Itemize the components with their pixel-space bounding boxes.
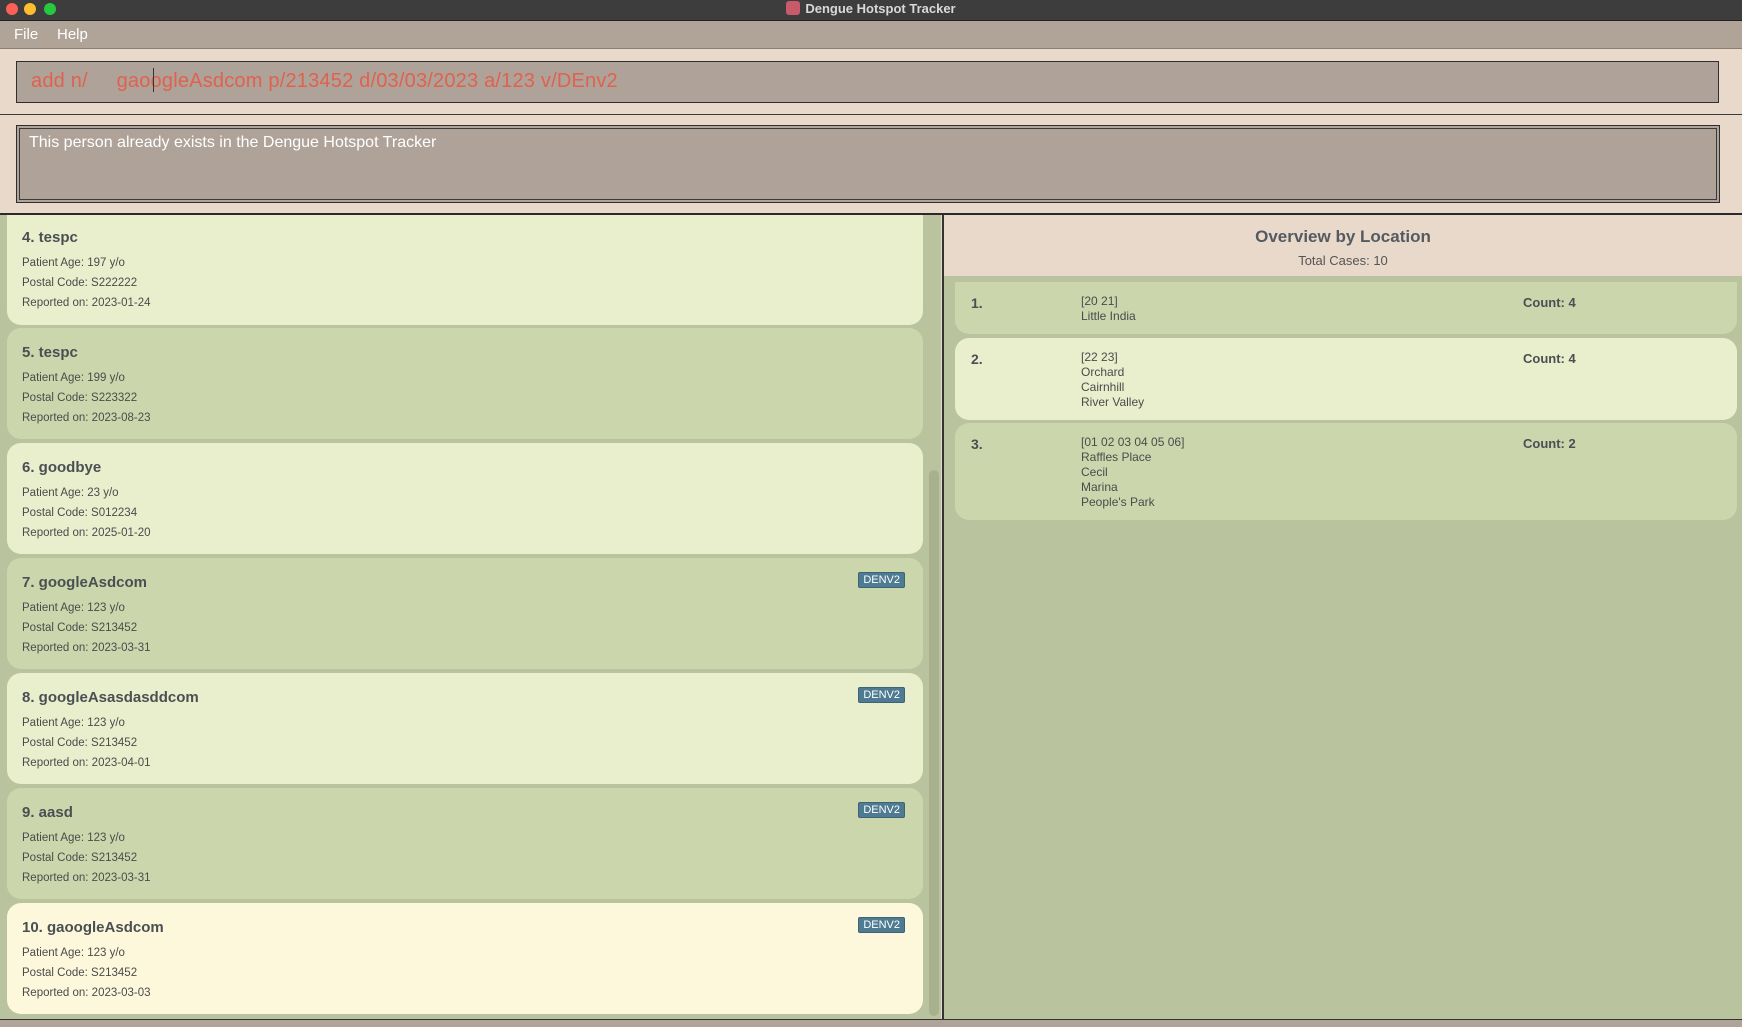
patient-name: 10. gaoogleAsdcom xyxy=(22,919,164,936)
result-area: This person already exists in the Dengue… xyxy=(0,115,1742,215)
result-display: This person already exists in the Dengue… xyxy=(16,125,1720,203)
location-codes: [01 02 03 04 05 06] xyxy=(1081,435,1185,449)
location-index: 3. xyxy=(971,436,983,452)
patient-date: Reported on: 2023-03-31 xyxy=(22,642,151,654)
patient-postal: Postal Code: S213452 xyxy=(22,622,138,634)
patient-age: Patient Age: 123 y/o xyxy=(22,602,125,614)
patient-card[interactable]: 6. goodbye Patient Age: 23 y/o Postal Co… xyxy=(7,443,923,554)
location-index: 2. xyxy=(971,351,983,367)
patient-name: 7. googleAsdcom xyxy=(22,574,148,591)
location-area: Raffles Place xyxy=(1081,450,1152,464)
location-area: Cecil xyxy=(1081,465,1108,479)
app-icon xyxy=(786,0,801,15)
patient-card[interactable]: 8. googleAsasdasddcom DENV2 Patient Age:… xyxy=(7,673,923,784)
patient-name: 4. tespc xyxy=(22,229,78,246)
result-message: This person already exists in the Dengue… xyxy=(29,134,437,151)
location-card[interactable]: 1. [20 21] Little India Count: 4 xyxy=(955,282,1737,334)
patient-list[interactable]: 4. tespc Patient Age: 197 y/o Postal Cod… xyxy=(0,215,941,1019)
location-details: [20 21] Little India xyxy=(1081,294,1136,324)
location-card[interactable]: 2. [22 23] Orchard Cairnhill River Valle… xyxy=(955,338,1737,420)
menu-file[interactable]: File xyxy=(14,26,38,43)
patient-age: Patient Age: 197 y/o xyxy=(22,257,125,269)
patient-postal: Postal Code: S213452 xyxy=(22,852,138,864)
menu-bar: File Help xyxy=(0,21,1742,49)
location-area: Orchard xyxy=(1081,365,1125,379)
patient-age: Patient Age: 23 y/o xyxy=(22,487,119,499)
location-codes: [20 21] xyxy=(1081,294,1118,308)
patient-date: Reported on: 2023-03-03 xyxy=(22,987,151,999)
patient-age: Patient Age: 123 y/o xyxy=(22,717,125,729)
overview-total: Total Cases: 10 xyxy=(1298,253,1388,268)
text-cursor xyxy=(153,68,154,92)
virus-tag: DENV2 xyxy=(858,917,905,933)
patient-postal: Postal Code: S223322 xyxy=(22,392,138,404)
virus-tag: DENV2 xyxy=(858,802,905,818)
location-details: [01 02 03 04 05 06] Raffles Place Cecil … xyxy=(1081,435,1184,510)
overview-title: Overview by Location xyxy=(1255,227,1431,246)
window-title: Dengue Hotspot Tracker xyxy=(805,0,956,16)
command-input[interactable]: add n/ gaoogleAsdcom p/213452 d/03/03/20… xyxy=(16,61,1719,103)
list-scrollbar-thumb[interactable] xyxy=(929,470,939,1016)
location-area: Marina xyxy=(1081,480,1118,494)
patient-name: 5. tespc xyxy=(22,344,78,361)
location-details: [22 23] Orchard Cairnhill River Valley xyxy=(1081,350,1144,410)
patient-name: 8. googleAsasdasddcom xyxy=(22,689,199,706)
location-area: People's Park xyxy=(1081,495,1155,509)
location-count: Count: 2 xyxy=(1523,436,1576,451)
location-count: Count: 4 xyxy=(1523,295,1576,310)
patient-date: Reported on: 2025-01-20 xyxy=(22,527,151,539)
patient-postal: Postal Code: S012234 xyxy=(22,507,138,519)
virus-tag: DENV2 xyxy=(858,572,905,588)
virus-tag: DENV2 xyxy=(858,687,905,703)
overview-panel: Overview by Location Total Cases: 10 1. … xyxy=(944,215,1742,1019)
patient-card-selected[interactable]: 10. gaoogleAsdcom DENV2 Patient Age: 123… xyxy=(7,903,923,1014)
command-text: add n/ gaoogleAsdcom p/213452 d/03/03/20… xyxy=(31,70,618,92)
patient-date: Reported on: 2023-03-31 xyxy=(22,872,151,884)
patient-date: Reported on: 2023-01-24 xyxy=(22,297,151,309)
location-area: Little India xyxy=(1081,309,1136,323)
patient-card[interactable]: 5. tespc Patient Age: 199 y/o Postal Cod… xyxy=(7,328,923,439)
location-area: River Valley xyxy=(1081,395,1145,409)
patient-card[interactable]: 9. aasd DENV2 Patient Age: 123 y/o Posta… xyxy=(7,788,923,899)
patient-age: Patient Age: 199 y/o xyxy=(22,372,125,384)
patient-name: 6. goodbye xyxy=(22,459,102,476)
location-codes: [22 23] xyxy=(1081,350,1118,364)
patient-postal: Postal Code: S222222 xyxy=(22,277,138,289)
command-area: add n/ gaoogleAsdcom p/213452 d/03/03/20… xyxy=(0,49,1742,115)
patient-postal: Postal Code: S213452 xyxy=(22,967,138,979)
patient-date: Reported on: 2023-08-23 xyxy=(22,412,151,424)
patient-age: Patient Age: 123 y/o xyxy=(22,832,125,844)
location-area: Cairnhill xyxy=(1081,380,1125,394)
window-titlebar: Dengue Hotspot Tracker xyxy=(0,0,1742,21)
location-index: 1. xyxy=(971,295,983,311)
location-card[interactable]: 3. [01 02 03 04 05 06] Raffles Place Cec… xyxy=(955,423,1737,520)
patient-card[interactable]: 4. tespc Patient Age: 197 y/o Postal Cod… xyxy=(7,215,923,325)
location-count: Count: 4 xyxy=(1523,351,1576,366)
patient-card[interactable]: 7. googleAsdcom DENV2 Patient Age: 123 y… xyxy=(7,558,923,669)
patient-postal: Postal Code: S213452 xyxy=(22,737,138,749)
patient-age: Patient Age: 123 y/o xyxy=(22,947,125,959)
menu-help[interactable]: Help xyxy=(57,26,88,43)
patient-date: Reported on: 2023-04-01 xyxy=(22,757,151,769)
overview-header: Overview by Location Total Cases: 10 xyxy=(944,215,1742,276)
patient-name: 9. aasd xyxy=(22,804,73,821)
